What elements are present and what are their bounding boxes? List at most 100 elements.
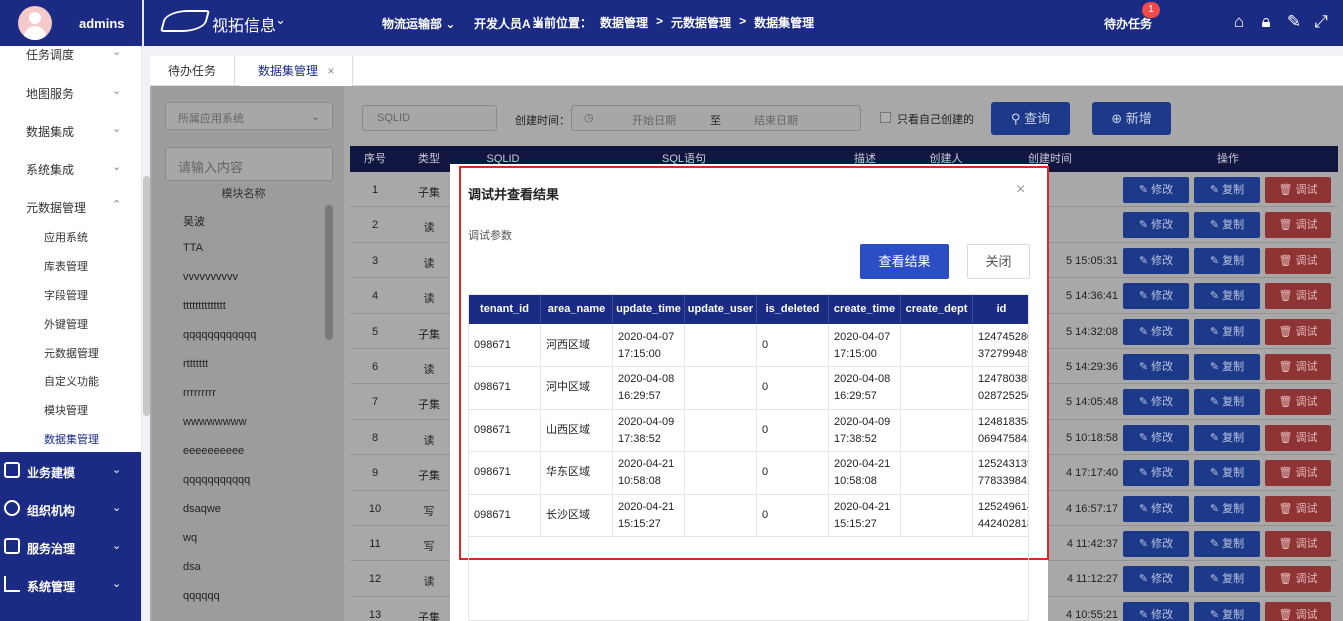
sidebar-subitem[interactable]: 应用系统 <box>44 229 88 245</box>
user-area[interactable]: admins <box>0 0 142 46</box>
copy-button[interactable]: ✎ 复制 <box>1194 247 1260 274</box>
module-list-item[interactable]: dsaqwe <box>183 503 221 515</box>
lock-icon[interactable]: 🔒︎ <box>1255 11 1277 33</box>
module-list-item[interactable]: TTA <box>183 242 203 254</box>
module-list-item[interactable]: wq <box>183 532 197 544</box>
sidebar-item-task[interactable]: 任务调度 ⌄ <box>0 46 141 72</box>
debug-button[interactable]: 🗑︎ 调试 <box>1265 247 1331 274</box>
module-list-item[interactable]: wwwwwwww <box>183 416 247 428</box>
date-range-picker[interactable]: ◷ 开始日期 至 结束日期 <box>571 105 861 131</box>
module-list-item[interactable]: tttttttttttttt <box>183 300 226 312</box>
sidebar-subitem[interactable]: 元数据管理 <box>44 345 99 361</box>
copy-button[interactable]: ✎ 复制 <box>1194 389 1260 416</box>
debug-button[interactable]: 🗑︎ 调试 <box>1265 566 1331 593</box>
sidebar-item-system[interactable]: 系统集成 ⌄ <box>0 149 141 187</box>
edit-button[interactable]: ✎ 修改 <box>1123 283 1189 310</box>
app-system-select[interactable]: 所属应用系统 ⌄ <box>165 102 333 130</box>
module-list-item[interactable]: qqqqqqqqqqq <box>183 474 250 486</box>
module-list-item[interactable]: 吴波 <box>183 213 205 229</box>
close-button[interactable]: 关闭 <box>967 244 1030 279</box>
debug-button[interactable]: 🗑︎ 调试 <box>1265 495 1331 522</box>
sidebar-group-governance[interactable]: 服务治理 ⌄ <box>0 528 141 566</box>
only-mine-checkbox[interactable] <box>880 112 891 123</box>
module-search-input[interactable]: 请输入内容 <box>165 147 333 181</box>
module-list-item[interactable]: dsa <box>183 561 201 573</box>
module-list-scrollbar[interactable] <box>325 205 333 340</box>
copy-button[interactable]: ✎ 复制 <box>1194 318 1260 345</box>
sidebar-subitem-active[interactable]: 数据集管理 <box>44 431 99 447</box>
copy-button[interactable]: ✎ 复制 <box>1194 531 1260 557</box>
debug-button[interactable]: 🗑︎ 调试 <box>1265 212 1331 239</box>
copy-button[interactable]: ✎ 复制 <box>1194 354 1260 380</box>
copy-button[interactable]: ✎ 复制 <box>1194 177 1260 203</box>
todo-link[interactable]: 待办任务 <box>1104 15 1152 32</box>
copy-button[interactable]: ✎ 复制 <box>1194 495 1260 522</box>
chevron-down-icon[interactable]: ⌄ <box>275 12 286 28</box>
copy-button[interactable]: ✎ 复制 <box>1194 212 1260 239</box>
copy-button[interactable]: ✎ 复制 <box>1194 424 1260 451</box>
module-list-item[interactable]: rttttttt <box>183 358 208 370</box>
home-icon[interactable]: ⌂ <box>1228 11 1250 33</box>
edit-button[interactable]: ✎ 修改 <box>1123 212 1189 239</box>
close-icon[interactable]: × <box>327 64 334 78</box>
tab-dataset[interactable]: 数据集管理 × <box>240 56 354 86</box>
sidebar-subitem[interactable]: 库表管理 <box>44 258 88 274</box>
brand-title[interactable]: 视拓信息 <box>212 12 276 36</box>
sidebar-subitem[interactable]: 字段管理 <box>44 287 88 303</box>
debug-button[interactable]: 🗑︎ 调试 <box>1265 177 1331 203</box>
edit-button[interactable]: ✎ 修改 <box>1123 460 1189 487</box>
copy-button[interactable]: ✎ 复制 <box>1194 566 1260 593</box>
edit-button[interactable]: ✎ 修改 <box>1123 531 1189 557</box>
edit-button[interactable]: ✎ 修改 <box>1123 354 1189 380</box>
theme-icon[interactable]: ✎ <box>1283 11 1305 33</box>
edit-button[interactable]: ✎ 修改 <box>1123 247 1189 274</box>
module-list-item[interactable]: eeeeeeeeee <box>183 445 244 457</box>
department-selector[interactable]: 物流运输部 ⌄ <box>382 15 455 32</box>
tab-todo[interactable]: 待办任务 <box>150 56 236 86</box>
edit-button[interactable]: ✎ 修改 <box>1123 177 1189 203</box>
sidebar-item-metadata[interactable]: 元数据管理 ⌃ <box>0 187 141 225</box>
edit-button[interactable]: ✎ 修改 <box>1123 424 1189 451</box>
sidebar-item-integration[interactable]: 数据集成 ⌄ <box>0 111 141 149</box>
edit-button[interactable]: ✎ 修改 <box>1123 389 1189 416</box>
copy-button[interactable]: ✎ 复制 <box>1194 601 1260 621</box>
sidebar-subitem[interactable]: 模块管理 <box>44 402 88 418</box>
query-button[interactable]: ⚲ 查询 <box>991 102 1070 135</box>
result-cell-id: 125243139 778339842 <box>973 451 1028 493</box>
module-list-item[interactable]: qqqqqq <box>183 590 220 602</box>
close-icon[interactable]: × <box>1016 181 1025 199</box>
cell-text: 0 <box>762 423 769 436</box>
sqlid-input[interactable]: SQLID <box>362 105 497 131</box>
breadcrumb-item[interactable]: 数据集管理 <box>754 14 814 31</box>
debug-button[interactable]: 🗑︎ 调试 <box>1265 389 1331 416</box>
copy-button[interactable]: ✎ 复制 <box>1194 283 1260 310</box>
debug-button[interactable]: 🗑︎ 调试 <box>1265 318 1331 345</box>
debug-button[interactable]: 🗑︎ 调试 <box>1265 531 1331 557</box>
breadcrumb-item[interactable]: 元数据管理 <box>671 14 731 31</box>
avatar[interactable] <box>18 6 52 40</box>
fullscreen-icon[interactable]: ⤢ <box>1310 11 1332 33</box>
module-list-item[interactable]: rrrrrrrrr <box>183 387 216 399</box>
debug-button[interactable]: 🗑︎ 调试 <box>1265 283 1331 310</box>
edit-button[interactable]: ✎ 修改 <box>1123 495 1189 522</box>
sidebar-scrollbar[interactable] <box>143 176 150 416</box>
sidebar-group-modeling[interactable]: 业务建模 ⌄ <box>0 452 141 490</box>
sidebar-subitem[interactable]: 自定义功能 <box>44 373 99 389</box>
module-list-item[interactable]: vvvvvvvvvv <box>183 271 238 283</box>
view-results-button[interactable]: 查看结果 <box>860 244 949 279</box>
debug-button[interactable]: 🗑︎ 调试 <box>1265 424 1331 451</box>
edit-button[interactable]: ✎ 修改 <box>1123 566 1189 593</box>
debug-button[interactable]: 🗑︎ 调试 <box>1265 460 1331 487</box>
edit-button[interactable]: ✎ 修改 <box>1123 601 1189 621</box>
debug-button[interactable]: 🗑︎ 调试 <box>1265 601 1331 621</box>
sidebar-item-map[interactable]: 地图服务 ⌄ <box>0 73 141 111</box>
breadcrumb-item[interactable]: 数据管理 <box>600 14 648 31</box>
copy-button[interactable]: ✎ 复制 <box>1194 460 1260 487</box>
sidebar-group-org[interactable]: 组织机构 ⌄ <box>0 490 141 528</box>
add-button[interactable]: ⊕ 新增 <box>1092 102 1171 135</box>
sidebar-group-sysadmin[interactable]: 系统管理 ⌄ <box>0 566 141 621</box>
edit-button[interactable]: ✎ 修改 <box>1123 318 1189 345</box>
debug-button[interactable]: 🗑︎ 调试 <box>1265 354 1331 380</box>
module-list-item[interactable]: qqqqqqqqqqqq <box>183 329 256 341</box>
sidebar-subitem[interactable]: 外键管理 <box>44 316 88 332</box>
